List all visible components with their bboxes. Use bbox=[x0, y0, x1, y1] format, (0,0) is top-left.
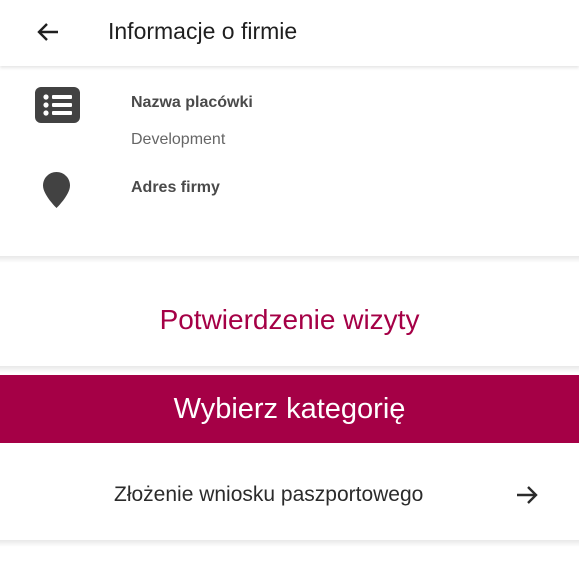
page-title: Informacje o firmie bbox=[108, 18, 298, 44]
visit-confirmation-title: Potwierdzenie wizyty bbox=[159, 304, 420, 335]
app-screen: Informacje o firmie Nazwa placówki Devel… bbox=[0, 0, 579, 575]
company-info-section: Nazwa placówki Development Adres firmy bbox=[0, 66, 579, 256]
company-name-value: Development bbox=[131, 131, 226, 148]
top-app-bar: Informacje o firmie bbox=[0, 0, 579, 66]
category-header: Wybierz kategorię bbox=[0, 375, 579, 443]
list-icon bbox=[35, 87, 80, 123]
category-item-label: Złożenie wniosku paszportowego bbox=[114, 483, 424, 506]
section-divider bbox=[0, 540, 579, 547]
category-item-passport-application[interactable]: Złożenie wniosku paszportowego bbox=[0, 465, 579, 525]
arrow-right-icon bbox=[517, 486, 538, 504]
category-header-title: Wybierz kategorię bbox=[173, 392, 406, 425]
section-divider bbox=[0, 256, 579, 263]
company-name-label: Nazwa placówki bbox=[131, 94, 253, 111]
section-divider bbox=[0, 366, 579, 373]
location-pin-icon bbox=[43, 172, 70, 208]
company-address-label: Adres firmy bbox=[131, 179, 220, 196]
back-button[interactable] bbox=[30, 14, 66, 50]
arrow-left-icon bbox=[37, 23, 58, 41]
